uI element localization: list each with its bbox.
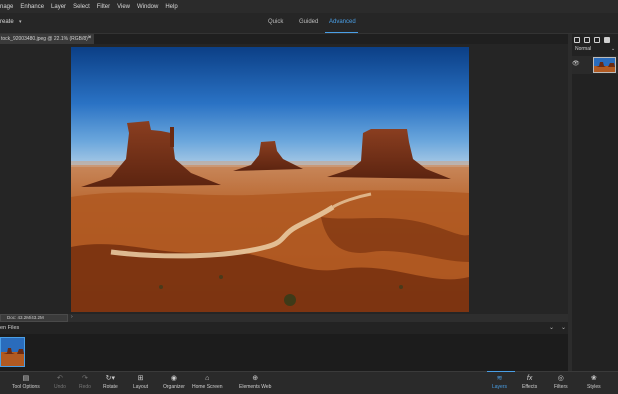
elements-web-label: Elements Web bbox=[239, 384, 272, 390]
home-screen-label: Home Screen bbox=[192, 384, 223, 390]
menu-view[interactable]: View bbox=[117, 4, 130, 10]
rotate-icon: ↻▾ bbox=[105, 375, 116, 382]
status-arrow-icon[interactable]: › bbox=[71, 314, 73, 320]
layers-button[interactable]: ≋ Layers bbox=[492, 372, 507, 394]
fx-icon: fx bbox=[526, 374, 533, 382]
document-tab[interactable]: tock_92003480.jpeg @ 22.1% (RGB/8) * × bbox=[0, 34, 94, 44]
layer-thumbnail-image bbox=[594, 58, 615, 72]
menu-window[interactable]: Window bbox=[137, 4, 158, 10]
redo-label: Redo bbox=[79, 384, 91, 390]
monument-valley-image bbox=[71, 47, 469, 312]
menu-image[interactable]: nage bbox=[0, 4, 13, 10]
tool-options-button[interactable]: ▤ Tool Options bbox=[12, 372, 40, 394]
document-tab-bar: tock_92003480.jpeg @ 22.1% (RGB/8) * × bbox=[0, 34, 568, 44]
create-menu[interactable]: reate bbox=[0, 19, 14, 25]
styles-label: Styles bbox=[587, 384, 601, 390]
canvas-area[interactable] bbox=[0, 44, 568, 314]
doc-info-box[interactable]: Doc: 43.2M/43.2M bbox=[0, 314, 68, 322]
document-tab-title: tock_92003480.jpeg @ 22.1% (RGB/8) * bbox=[1, 36, 92, 42]
photo-bin-header: en Files ⌄ ⌄ bbox=[0, 322, 568, 334]
filters-button[interactable]: ◎ Filters bbox=[554, 372, 568, 394]
elements-web-button[interactable]: ⊕ Elements Web bbox=[239, 372, 271, 394]
layers-icon: ≋ bbox=[496, 375, 503, 382]
status-bar: Doc: 43.2M/43.2M › bbox=[0, 314, 568, 322]
tool-options-icon: ▤ bbox=[22, 375, 30, 382]
chevron-down-icon[interactable]: ⌄ bbox=[611, 46, 615, 52]
layout-label: Layout bbox=[133, 384, 149, 390]
tool-options-label: Tool Options bbox=[12, 384, 40, 390]
effects-label: Effects bbox=[522, 384, 538, 390]
active-panel-indicator bbox=[487, 371, 515, 372]
menu-bar: nage Enhance Layer Select Filter View Wi… bbox=[0, 0, 618, 13]
styles-button[interactable]: ❀ Styles bbox=[587, 372, 601, 394]
layout-button[interactable]: ⊞ Layout bbox=[133, 372, 148, 394]
menu-help[interactable]: Help bbox=[165, 4, 177, 10]
layout-icon: ⊞ bbox=[137, 375, 144, 382]
rotate-label: Rotate bbox=[103, 384, 118, 390]
tab-guided[interactable]: Guided bbox=[299, 19, 318, 25]
undo-label: Undo bbox=[54, 384, 66, 390]
tab-advanced[interactable]: Advanced bbox=[329, 19, 356, 25]
doc-info-text: Doc: 43.2M/43.2M bbox=[7, 315, 44, 320]
panel-scrollbar[interactable] bbox=[568, 34, 572, 371]
new-layer-icon[interactable] bbox=[574, 36, 580, 43]
menu-select[interactable]: Select bbox=[73, 4, 90, 10]
menu-enhance[interactable]: Enhance bbox=[20, 4, 44, 10]
menu-filter[interactable]: Filter bbox=[97, 4, 110, 10]
rotate-button[interactable]: ↻▾ Rotate bbox=[103, 372, 118, 394]
layers-panel bbox=[568, 34, 618, 371]
organizer-button[interactable]: ◉ Organizer bbox=[163, 372, 185, 394]
effects-button[interactable]: fx Effects bbox=[522, 372, 537, 394]
home-screen-button[interactable]: ⌂ Home Screen bbox=[192, 372, 223, 394]
styles-icon: ❀ bbox=[590, 375, 597, 382]
redo-icon: ↷ bbox=[82, 375, 88, 382]
layer-thumbnail bbox=[593, 57, 616, 73]
home-icon: ⌂ bbox=[205, 374, 210, 382]
undo-icon: ↶ bbox=[57, 375, 63, 382]
menu-layer[interactable]: Layer bbox=[51, 4, 66, 10]
create-caret-icon[interactable]: ▾ bbox=[19, 19, 22, 25]
photo-bin-thumbnail[interactable] bbox=[0, 337, 25, 367]
layers-label: Layers bbox=[492, 384, 508, 390]
mode-bar: reate ▾ Quick Guided Advanced bbox=[0, 13, 618, 34]
photo-bin bbox=[0, 334, 568, 371]
chevron-down-icon[interactable]: ⌄ bbox=[561, 324, 566, 331]
active-tab-indicator bbox=[325, 32, 358, 33]
undo-button[interactable]: ↶ Undo bbox=[54, 372, 66, 394]
close-icon[interactable]: × bbox=[87, 35, 91, 41]
thumbnail-image bbox=[1, 338, 24, 366]
new-group-icon[interactable] bbox=[584, 36, 590, 43]
filters-label: Filters bbox=[554, 384, 568, 390]
redo-button[interactable]: ↷ Redo bbox=[79, 372, 91, 394]
layers-panel-toolbar bbox=[572, 35, 618, 44]
adjustment-layer-icon[interactable] bbox=[594, 36, 600, 43]
taskbar: ▤ Tool Options ↶ Undo ↷ Redo ↻▾ Rotate ⊞… bbox=[0, 371, 618, 394]
chevron-down-icon[interactable]: ⌄ bbox=[549, 324, 554, 331]
organizer-icon: ◉ bbox=[170, 375, 178, 382]
organizer-label: Organizer bbox=[163, 384, 185, 390]
globe-icon: ⊕ bbox=[252, 375, 259, 382]
filters-icon: ◎ bbox=[557, 375, 564, 382]
document-photo[interactable] bbox=[71, 47, 469, 312]
layer-mask-icon[interactable] bbox=[604, 36, 610, 43]
eye-icon[interactable]: 👁 bbox=[572, 60, 580, 67]
photo-bin-dropdown[interactable]: en Files bbox=[0, 325, 19, 331]
tab-quick[interactable]: Quick bbox=[268, 19, 283, 25]
